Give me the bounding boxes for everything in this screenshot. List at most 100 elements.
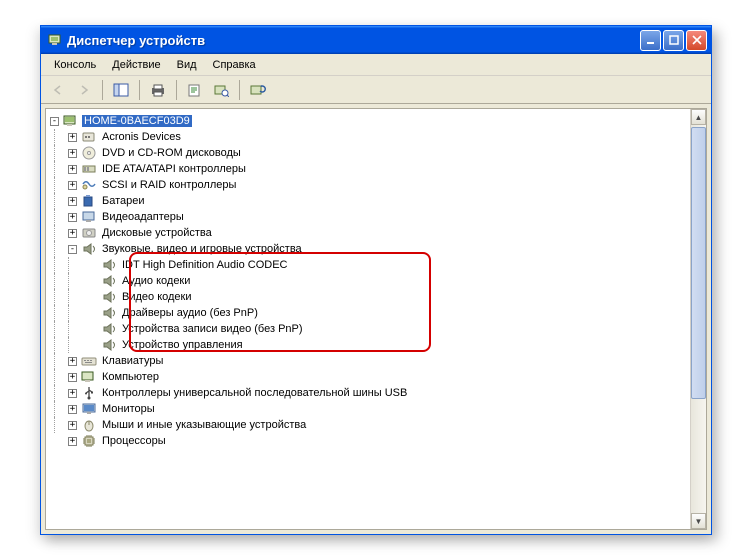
menu-console[interactable]: Консоль xyxy=(47,57,103,73)
tree-node-battery[interactable]: + Батареи xyxy=(50,193,686,209)
node-label[interactable]: DVD и CD-ROM дисководы xyxy=(100,147,243,159)
minimize-button[interactable] xyxy=(640,30,661,51)
tree-leaf-video-codecs[interactable]: Видео кодеки xyxy=(50,289,686,305)
tree-node-computer[interactable]: + Компьютер xyxy=(50,369,686,385)
expander-plus-icon[interactable]: + xyxy=(68,213,77,222)
tree-node-dvd[interactable]: + DVD и CD-ROM дисководы xyxy=(50,145,686,161)
cpu-icon xyxy=(81,433,97,449)
node-label[interactable]: Мыши и иные указывающие устройства xyxy=(100,419,308,431)
sound-icon xyxy=(81,241,97,257)
menu-action[interactable]: Действие xyxy=(105,57,167,73)
expander-plus-icon[interactable]: + xyxy=(68,421,77,430)
scroll-track[interactable] xyxy=(691,125,706,513)
tree-node-display[interactable]: + Видеоадаптеры xyxy=(50,209,686,225)
toolbar xyxy=(41,76,711,104)
tree-node-cpu[interactable]: + Процессоры xyxy=(50,433,686,449)
expander-plus-icon[interactable]: + xyxy=(68,357,77,366)
node-label[interactable]: Видео кодеки xyxy=(120,291,194,303)
nav-forward-button xyxy=(73,79,95,101)
node-label[interactable]: IDT High Definition Audio CODEC xyxy=(120,259,289,271)
node-label[interactable]: Дисковые устройства xyxy=(100,227,214,239)
node-label[interactable]: Acronis Devices xyxy=(100,131,183,143)
show-hide-tree-button[interactable] xyxy=(110,79,132,101)
display-adapter-icon xyxy=(81,209,97,225)
scan-hardware-button[interactable] xyxy=(210,79,232,101)
node-label[interactable]: Аудио кодеки xyxy=(120,275,192,287)
node-label[interactable]: Батареи xyxy=(100,195,147,207)
tree-leaf-video-capture[interactable]: Устройства записи видео (без PnP) xyxy=(50,321,686,337)
expander-plus-icon[interactable]: + xyxy=(68,181,77,190)
device-tree[interactable]: - HOME-0BAECF03D9 + Acronis Devices + DV… xyxy=(46,109,690,529)
tree-leaf-idt-codec[interactable]: IDT High Definition Audio CODEC xyxy=(50,257,686,273)
tree-node-mouse[interactable]: + Мыши и иные указывающие устройства xyxy=(50,417,686,433)
expander-plus-icon[interactable]: + xyxy=(68,149,77,158)
properties-button[interactable] xyxy=(184,79,206,101)
node-label[interactable]: Компьютер xyxy=(100,371,161,383)
expander-plus-icon[interactable]: + xyxy=(68,229,77,238)
scroll-down-button[interactable]: ▼ xyxy=(691,513,706,529)
sound-icon xyxy=(101,305,117,321)
computer-icon xyxy=(63,113,79,129)
nav-back-button xyxy=(47,79,69,101)
expander-plus-icon[interactable]: + xyxy=(68,165,77,174)
tree-node-sound[interactable]: - Звуковые, видео и игровые устройства xyxy=(50,241,686,257)
node-label[interactable]: Клавиатуры xyxy=(100,355,165,367)
menu-help[interactable]: Справка xyxy=(206,57,263,73)
tree-node-usb[interactable]: + Контроллеры универсальной последовател… xyxy=(50,385,686,401)
device-icon xyxy=(81,129,97,145)
expander-plus-icon[interactable]: + xyxy=(68,437,77,446)
toolbar-separator xyxy=(176,80,177,100)
sound-icon xyxy=(101,289,117,305)
node-label[interactable]: Видеоадаптеры xyxy=(100,211,186,223)
tree-node-keyboard[interactable]: + Клавиатуры xyxy=(50,353,686,369)
expander-plus-icon[interactable]: + xyxy=(68,133,77,142)
node-label[interactable]: Контроллеры универсальной последовательн… xyxy=(100,387,409,399)
expander-plus-icon[interactable]: + xyxy=(68,405,77,414)
tree-leaf-audio-drivers[interactable]: Драйверы аудио (без PnP) xyxy=(50,305,686,321)
device-manager-window: Диспетчер устройств Консоль Действие Вид… xyxy=(40,25,712,535)
tree-node-scsi[interactable]: + SCSI и RAID контроллеры xyxy=(50,177,686,193)
cdrom-icon xyxy=(81,145,97,161)
tree-leaf-audio-codecs[interactable]: Аудио кодеки xyxy=(50,273,686,289)
tree-root[interactable]: - HOME-0BAECF03D9 xyxy=(50,113,686,129)
menu-view[interactable]: Вид xyxy=(170,57,204,73)
close-button[interactable] xyxy=(686,30,707,51)
disk-icon xyxy=(81,225,97,241)
sound-icon xyxy=(101,257,117,273)
scroll-up-button[interactable]: ▲ xyxy=(691,109,706,125)
print-button[interactable] xyxy=(147,79,169,101)
node-label[interactable]: Устройство управления xyxy=(120,339,245,351)
node-label[interactable]: IDE ATA/ATAPI контроллеры xyxy=(100,163,248,175)
node-label[interactable]: Драйверы аудио (без PnP) xyxy=(120,307,260,319)
menubar: Консоль Действие Вид Справка xyxy=(41,54,711,76)
expander-plus-icon[interactable]: + xyxy=(68,373,77,382)
node-label[interactable]: SCSI и RAID контроллеры xyxy=(100,179,238,191)
node-label[interactable]: Устройства записи видео (без PnP) xyxy=(120,323,305,335)
titlebar[interactable]: Диспетчер устройств xyxy=(41,26,711,54)
tree-node-monitor[interactable]: + Мониторы xyxy=(50,401,686,417)
vertical-scrollbar[interactable]: ▲ ▼ xyxy=(690,109,706,529)
maximize-button[interactable] xyxy=(663,30,684,51)
node-label[interactable]: Звуковые, видео и игровые устройства xyxy=(100,243,304,255)
sound-icon xyxy=(101,337,117,353)
tree-node-ide[interactable]: + IDE ATA/ATAPI контроллеры xyxy=(50,161,686,177)
node-label[interactable]: Мониторы xyxy=(100,403,157,415)
computer-icon xyxy=(81,369,97,385)
expander-minus-icon[interactable]: - xyxy=(68,245,77,254)
expander-plus-icon[interactable]: + xyxy=(68,197,77,206)
scsi-icon xyxy=(81,177,97,193)
node-label[interactable]: Процессоры xyxy=(100,435,168,447)
controller-icon xyxy=(81,161,97,177)
refresh-button[interactable] xyxy=(247,79,269,101)
scroll-thumb[interactable] xyxy=(691,127,706,399)
mouse-icon xyxy=(81,417,97,433)
window-title: Диспетчер устройств xyxy=(67,33,640,48)
toolbar-separator xyxy=(239,80,240,100)
expander-plus-icon[interactable]: + xyxy=(68,389,77,398)
tree-leaf-control-device[interactable]: Устройство управления xyxy=(50,337,686,353)
tree-node-disk[interactable]: + Дисковые устройства xyxy=(50,225,686,241)
expander-minus-icon[interactable]: - xyxy=(50,117,59,126)
root-label[interactable]: HOME-0BAECF03D9 xyxy=(82,115,192,127)
tree-node-acronis[interactable]: + Acronis Devices xyxy=(50,129,686,145)
battery-icon xyxy=(81,193,97,209)
